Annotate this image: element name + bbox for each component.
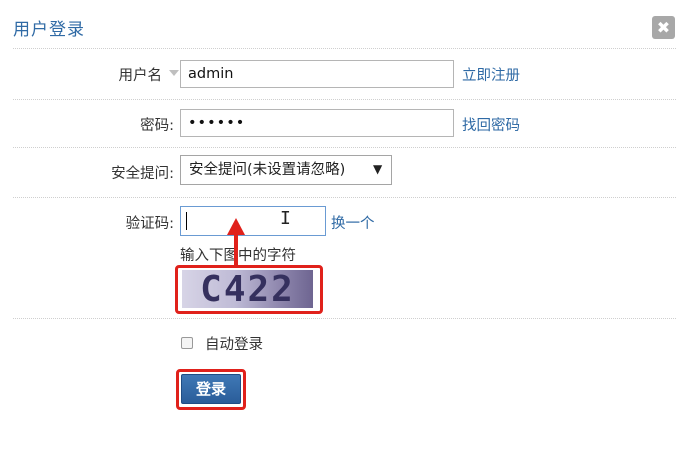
- login-dialog: 用户登录 ✖ 用户名 admin 立即注册 密码: •••••• 找回密码 安全…: [0, 0, 687, 452]
- red-arrow-annotation: [227, 218, 245, 266]
